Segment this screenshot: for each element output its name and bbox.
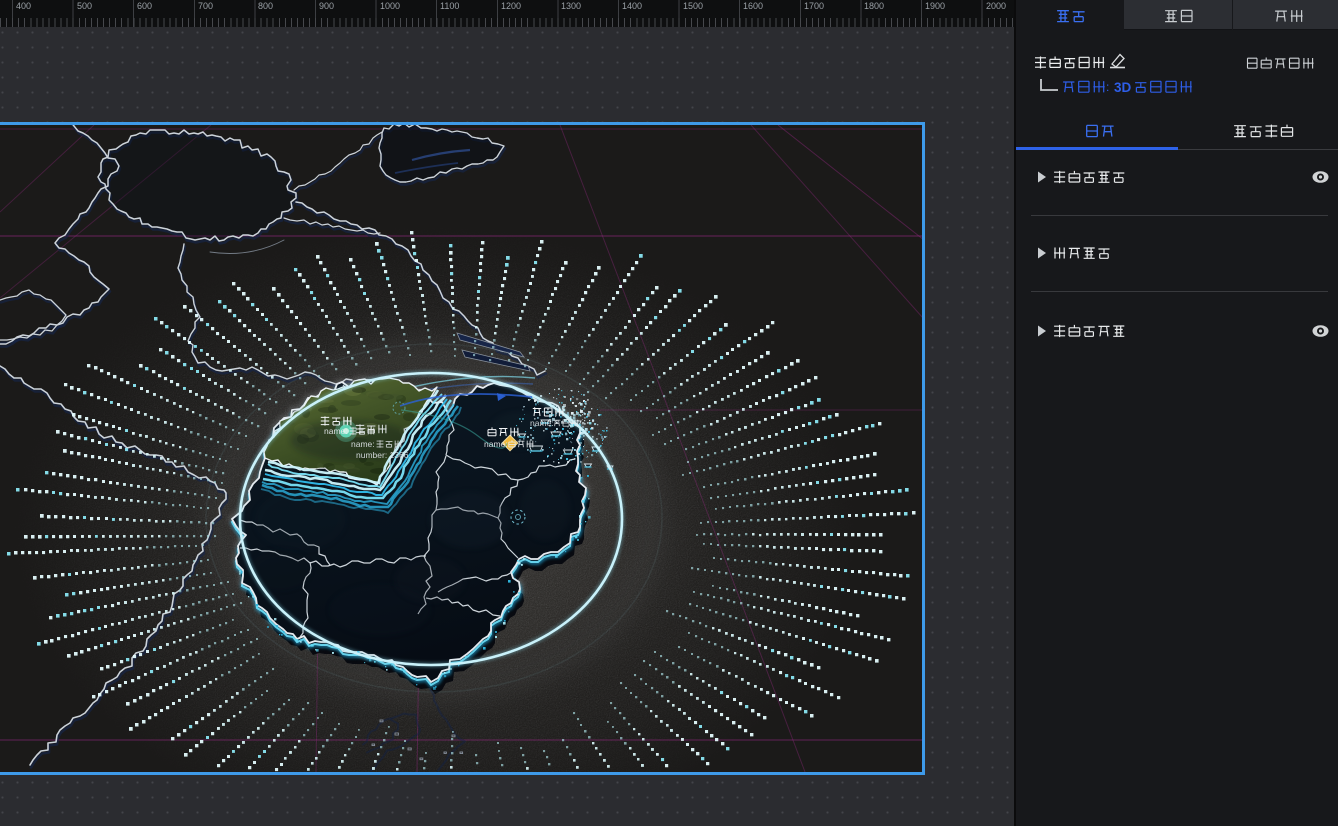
svg-text:number: 1366: number: 1366	[356, 450, 409, 460]
svg-text:name:: name:	[324, 426, 348, 436]
svg-text:3D: 3D	[1114, 80, 1132, 95]
svg-text:name:: name:	[530, 418, 554, 428]
svg-text::: :	[1106, 80, 1109, 94]
svg-text:name:: name:	[351, 439, 375, 449]
svg-text:name:: name:	[484, 439, 508, 449]
